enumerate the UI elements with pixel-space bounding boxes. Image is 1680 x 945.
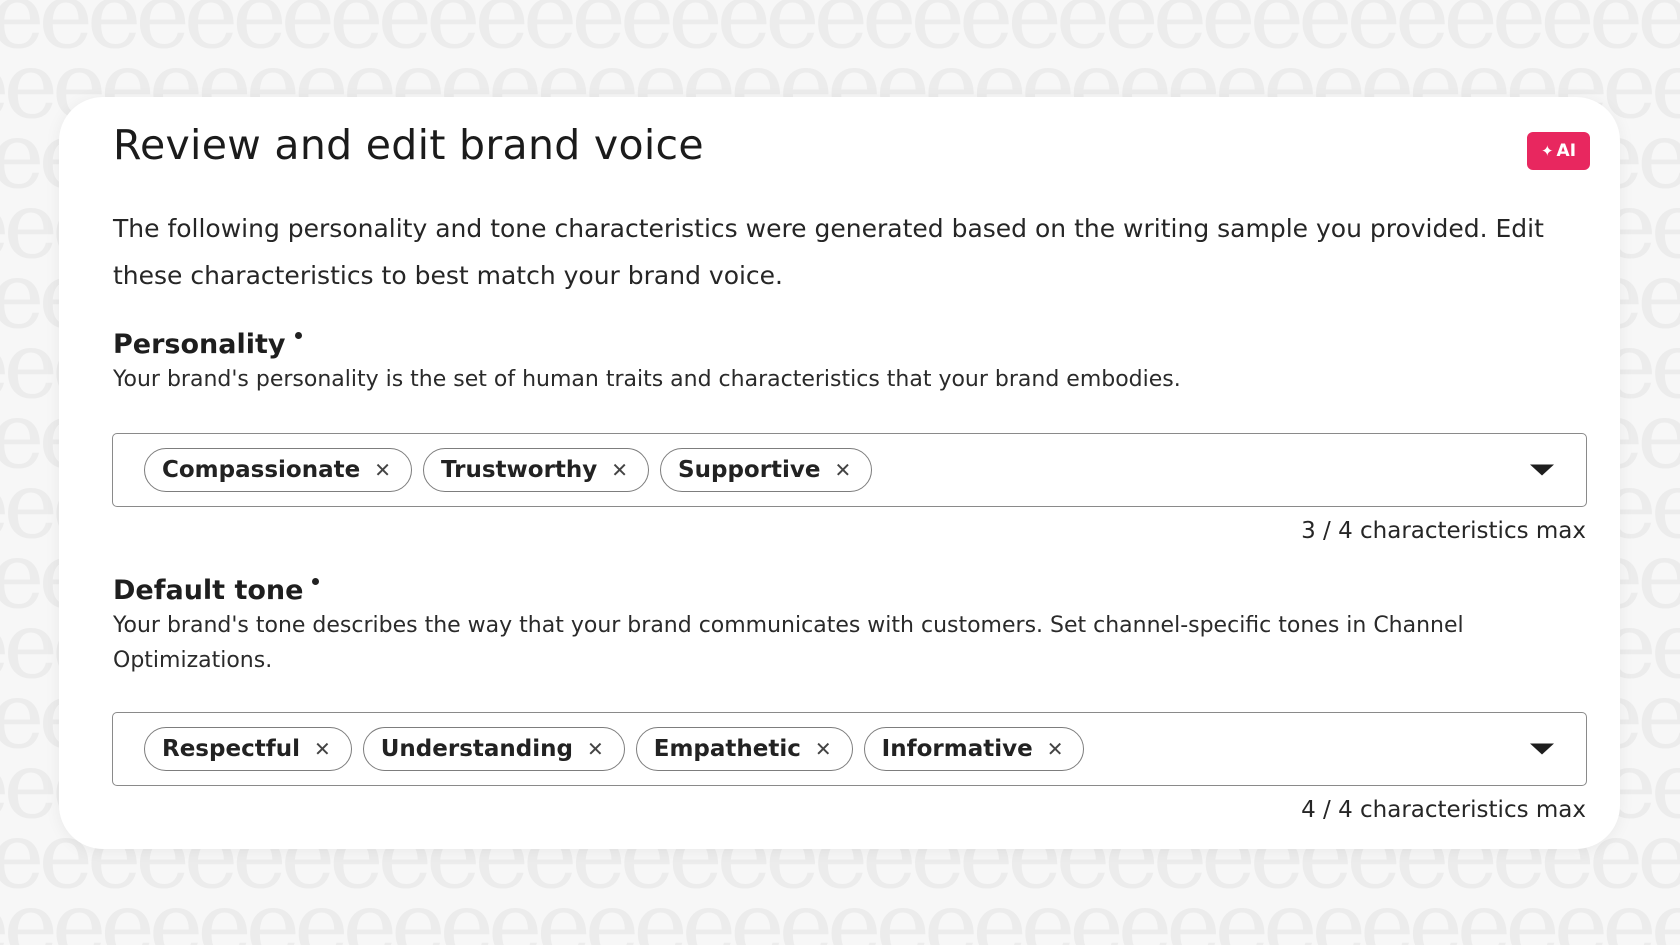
chip-label: Compassionate [162,457,361,483]
close-icon[interactable]: ✕ [835,460,852,480]
tone-counter: 4 / 4 characteristics max [1301,797,1586,823]
tone-description: Your brand's tone describes the way that… [113,613,1464,673]
sparkle-icon: ✦ [1540,142,1554,160]
required-indicator [294,332,302,339]
chip-label: Respectful [162,736,300,762]
close-icon[interactable]: ✕ [374,460,391,480]
chip-label: Trustworthy [440,457,598,483]
tone-label-text: Default tone [113,575,304,606]
personality-description: Your brand's personality is the set of h… [113,367,1181,392]
chevron-down-icon[interactable] [1530,464,1554,476]
ai-badge-label: AI [1556,141,1577,161]
personality-label: Personality [113,329,302,360]
close-icon[interactable]: ✕ [1047,739,1064,759]
personality-counter: 3 / 4 characteristics max [1301,518,1586,544]
intro-text: The following personality and tone chara… [113,214,1544,290]
close-icon[interactable]: ✕ [587,739,604,759]
chip: Supportive ✕ [660,448,873,492]
chip-label: Empathetic [653,736,801,762]
chip: Compassionate ✕ [144,448,412,492]
chip: Empathetic ✕ [635,727,853,771]
background-pattern-row: eeeeeeeeeeeeeeeeeeeeeeeeeeeeeeeeeeeeeeee [0,872,1680,945]
close-icon[interactable]: ✕ [815,739,832,759]
chip-label: Informative [881,736,1033,762]
required-indicator [312,578,320,585]
tone-select[interactable]: Respectful ✕ Understanding ✕ Empathetic … [112,712,1587,786]
page-title: Review and edit brand voice [113,121,704,169]
chevron-down-icon[interactable] [1530,743,1554,755]
tone-label: Default tone [113,575,320,606]
chip: Informative ✕ [863,727,1085,771]
ai-badge: ✦ AI [1527,132,1590,170]
chip: Respectful ✕ [144,727,352,771]
chip-label: Supportive [678,457,821,483]
personality-label-text: Personality [113,329,286,360]
close-icon[interactable]: ✕ [314,739,331,759]
chip: Understanding ✕ [362,727,625,771]
chip: Trustworthy ✕ [422,448,650,492]
personality-select[interactable]: Compassionate ✕ Trustworthy ✕ Supportive… [112,433,1587,507]
close-icon[interactable]: ✕ [611,460,628,480]
chip-label: Understanding [380,736,573,762]
brand-voice-card: Review and edit brand voice ✦ AI The fol… [59,97,1620,849]
